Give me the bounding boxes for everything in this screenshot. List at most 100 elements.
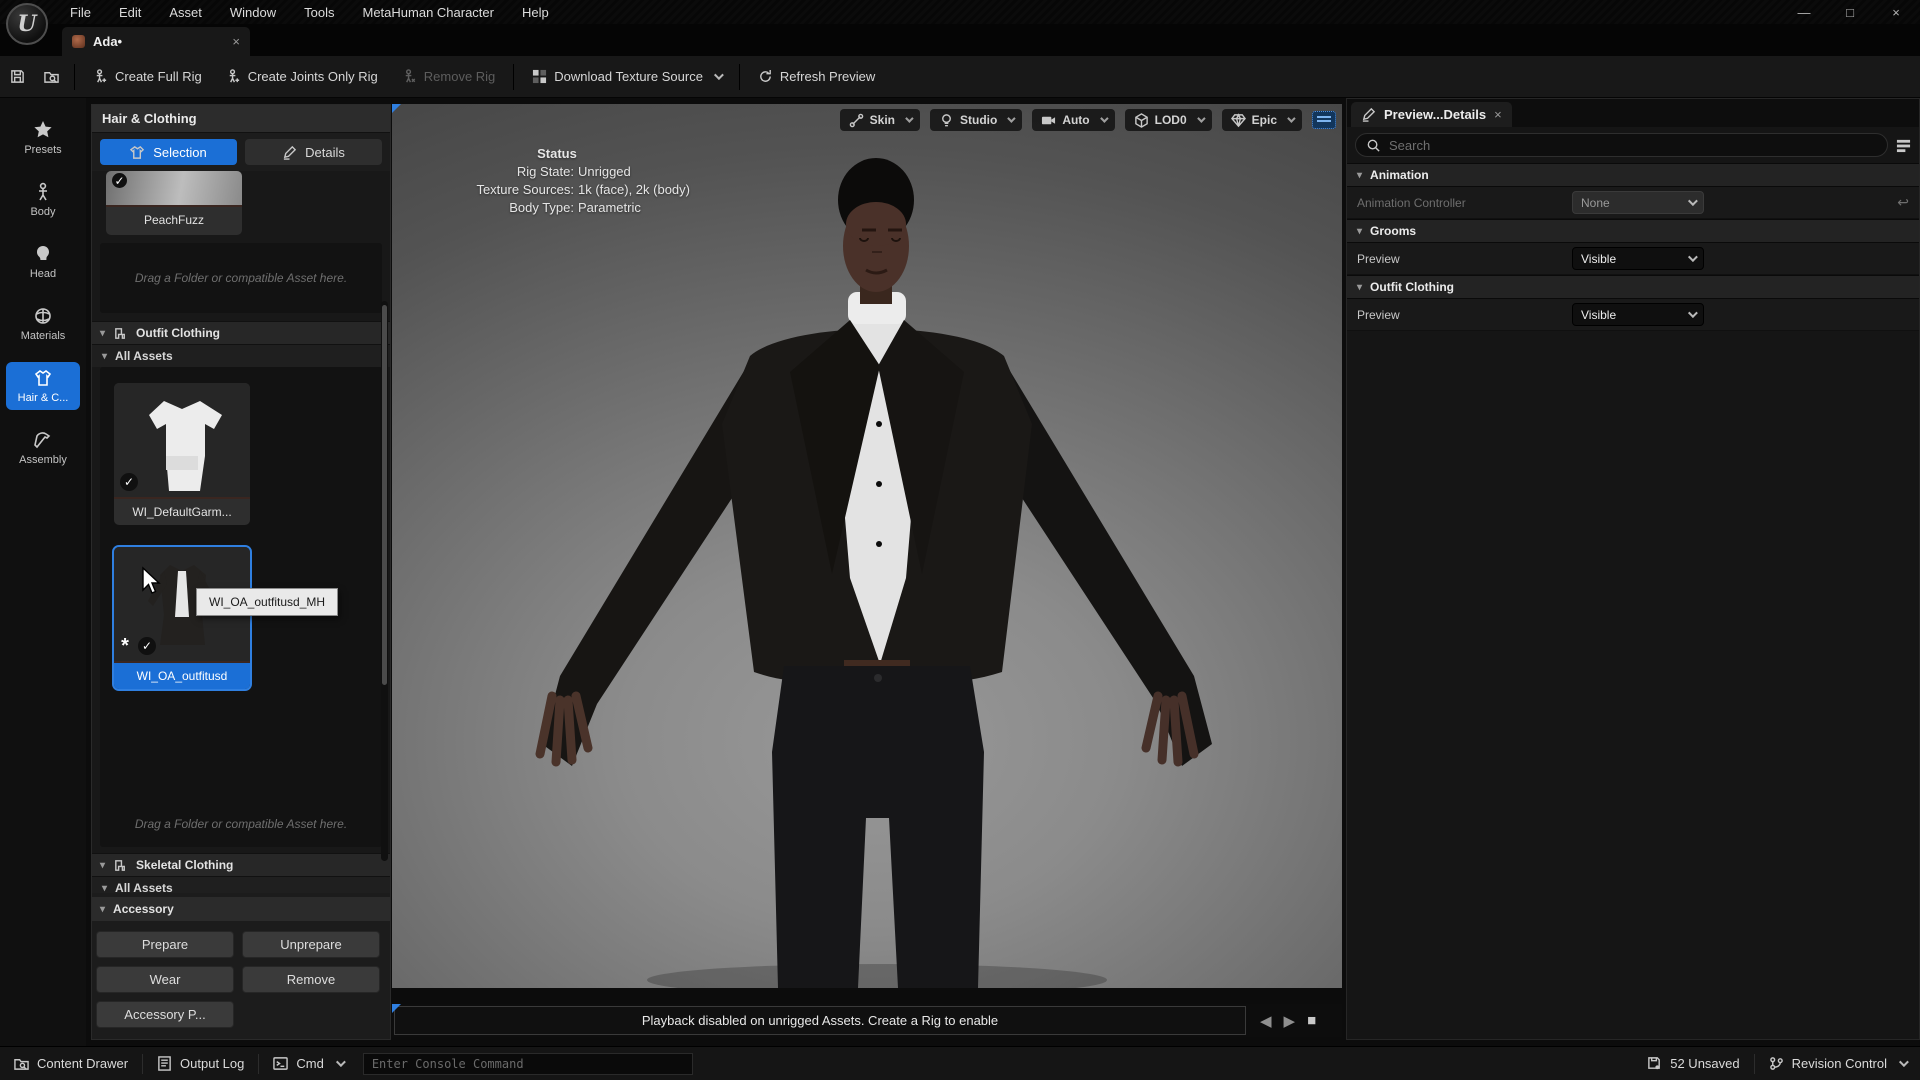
- sidebar-item-assembly[interactable]: Assembly: [6, 424, 80, 472]
- toolbar-separator: [739, 64, 740, 90]
- head-icon: [33, 244, 53, 264]
- content-drawer-button[interactable]: Content Drawer: [0, 1047, 142, 1080]
- create-full-rig-button[interactable]: Create Full Rig: [81, 56, 214, 98]
- panel-tabs: Selection Details: [92, 133, 390, 171]
- unsaved-files-button[interactable]: 52 Unsaved: [1633, 1047, 1753, 1080]
- tab-preview-details[interactable]: Preview...Details ×: [1351, 102, 1512, 127]
- view-options-icon[interactable]: [1896, 138, 1911, 153]
- category-outfit-clothing[interactable]: ▾ Outfit Clothing: [1347, 275, 1919, 299]
- skin-mode-button[interactable]: Skin: [840, 109, 920, 131]
- check-badge-icon: ✓: [138, 637, 156, 655]
- pencil-icon: [1361, 107, 1376, 122]
- sidebar-item-head[interactable]: Head: [6, 238, 80, 286]
- group-all-assets[interactable]: ▾ All Assets: [92, 345, 390, 367]
- save-button[interactable]: [0, 69, 34, 84]
- stop-icon[interactable]: ■: [1307, 1012, 1316, 1029]
- cmd-dropdown-button[interactable]: Cmd: [259, 1047, 356, 1080]
- menu-window[interactable]: Window: [220, 3, 286, 22]
- download-texture-source-button[interactable]: Download Texture Source: [520, 56, 733, 98]
- playback-bar: Playback disabled on unrigged Assets. Cr…: [392, 1004, 1342, 1037]
- hair-clothing-icon: [33, 368, 53, 388]
- tab-close-icon[interactable]: ×: [232, 34, 240, 49]
- asset-tooltip: WI_OA_outfitusd_MH: [196, 588, 338, 616]
- keyboard-shortcuts-icon[interactable]: [1312, 111, 1336, 129]
- console-command-box[interactable]: [363, 1053, 693, 1075]
- previous-frame-icon[interactable]: ◀: [1260, 1012, 1272, 1030]
- tab-close-icon[interactable]: ×: [1494, 107, 1502, 122]
- accessory-buttons: Prepare Unprepare Wear Remove Accessory …: [92, 921, 390, 1028]
- remove-button[interactable]: Remove: [242, 966, 380, 993]
- asset-card-peachfuzz[interactable]: ✓ PeachFuzz: [106, 171, 242, 235]
- panel-scrollbar[interactable]: [381, 301, 388, 861]
- outfit-preview-dropdown[interactable]: Visible: [1572, 303, 1704, 326]
- prepare-button[interactable]: Prepare: [96, 931, 234, 958]
- tab-ada[interactable]: Ada• ×: [62, 27, 250, 56]
- lightbulb-icon: [939, 113, 954, 128]
- minimize-icon[interactable]: —: [1794, 5, 1814, 20]
- refresh-preview-button[interactable]: Refresh Preview: [746, 56, 887, 98]
- diamond-icon: [1231, 113, 1246, 128]
- category-grooms[interactable]: ▾ Grooms: [1347, 219, 1919, 243]
- folder-search-icon: [44, 69, 59, 84]
- asset-tabbar: Ada• ×: [0, 24, 1920, 56]
- sidebar-item-presets[interactable]: Presets: [6, 114, 80, 162]
- output-log-icon: [157, 1056, 172, 1071]
- quality-epic-button[interactable]: Epic: [1222, 109, 1302, 131]
- unprepare-button[interactable]: Unprepare: [242, 931, 380, 958]
- menu-metahuman-character[interactable]: MetaHuman Character: [352, 3, 504, 22]
- search-input[interactable]: [1389, 138, 1877, 153]
- bottom-statusbar: Content Drawer Output Log Cmd 52 Unsaved…: [0, 1046, 1920, 1080]
- lod-button[interactable]: LOD0: [1125, 109, 1212, 131]
- category-animation[interactable]: ▾ Animation: [1347, 163, 1919, 187]
- chevron-down-icon: [336, 1057, 346, 1067]
- lighting-studio-button[interactable]: Studio: [930, 109, 1022, 131]
- close-icon[interactable]: ×: [1886, 5, 1906, 20]
- menu-asset[interactable]: Asset: [159, 3, 212, 22]
- restore-icon[interactable]: □: [1840, 5, 1860, 20]
- browse-to-asset-button[interactable]: [34, 69, 68, 84]
- tab-details[interactable]: Details: [245, 139, 382, 165]
- collapse-arrow-icon: ▾: [1357, 282, 1362, 293]
- check-badge-icon: ✓: [112, 173, 127, 188]
- menu-tools[interactable]: Tools: [294, 3, 344, 22]
- section-skeletal-clothing[interactable]: ▾ Skeletal Clothing: [92, 853, 390, 877]
- accessory-header[interactable]: ▾ Accessory: [92, 897, 390, 921]
- asset-card-default-garment[interactable]: ✓ WI_DefaultGarm...: [114, 383, 250, 525]
- hair-clothing-panel: Hair & Clothing Selection Details ✓ Peac…: [91, 104, 391, 1040]
- preview-viewport[interactable]: Skin Studio Auto LOD0 Epic Status: [392, 104, 1342, 988]
- play-icon[interactable]: ▶: [1284, 1012, 1296, 1030]
- toolbar-separator: [74, 64, 75, 90]
- collapse-arrow-icon: ▾: [102, 351, 107, 362]
- console-command-input[interactable]: [372, 1057, 684, 1071]
- menu-file[interactable]: File: [60, 3, 101, 22]
- section-outfit-clothing[interactable]: ▾ Outfit Clothing: [92, 321, 390, 345]
- menu-edit[interactable]: Edit: [109, 3, 151, 22]
- tab-selection[interactable]: Selection: [100, 139, 237, 165]
- sidebar-item-body[interactable]: Body: [6, 176, 80, 224]
- asset-card-outfitusd[interactable]: * ✓ WI_OA_outfitusd: [114, 547, 250, 689]
- toolbar-separator: [513, 64, 514, 90]
- output-log-button[interactable]: Output Log: [143, 1047, 258, 1080]
- chevron-down-icon: [714, 70, 724, 80]
- grooms-preview-dropdown[interactable]: Visible: [1572, 247, 1704, 270]
- asset-scroll-area[interactable]: ✓ PeachFuzz Drag a Folder or compatible …: [92, 171, 390, 893]
- details-tabstrip: Preview...Details ×: [1347, 99, 1919, 127]
- remove-rig-button[interactable]: Remove Rig: [390, 56, 508, 98]
- search-box[interactable]: [1355, 133, 1888, 157]
- sidebar-item-materials[interactable]: Materials: [6, 300, 80, 348]
- groom-drop-zone[interactable]: Drag a Folder or compatible Asset here.: [100, 243, 382, 313]
- collapse-arrow-icon: ▾: [102, 883, 107, 894]
- create-joints-only-rig-button[interactable]: Create Joints Only Rig: [214, 56, 390, 98]
- group-all-assets[interactable]: ▾ All Assets: [92, 877, 390, 893]
- scrollbar-thumb[interactable]: [382, 305, 387, 685]
- animation-controller-dropdown[interactable]: None: [1572, 191, 1704, 214]
- menu-help[interactable]: Help: [512, 3, 559, 22]
- row-animation-controller: Animation Controller None ↩: [1347, 187, 1919, 219]
- material-sphere-icon: [33, 306, 53, 326]
- wear-button[interactable]: Wear: [96, 966, 234, 993]
- reset-to-default-icon[interactable]: ↩: [1897, 194, 1909, 211]
- camera-auto-button[interactable]: Auto: [1032, 109, 1114, 131]
- accessory-prepare-button[interactable]: Accessory P...: [96, 1001, 234, 1028]
- revision-control-button[interactable]: Revision Control: [1755, 1047, 1920, 1080]
- sidebar-item-hair-and-clothing[interactable]: Hair & C...: [6, 362, 80, 410]
